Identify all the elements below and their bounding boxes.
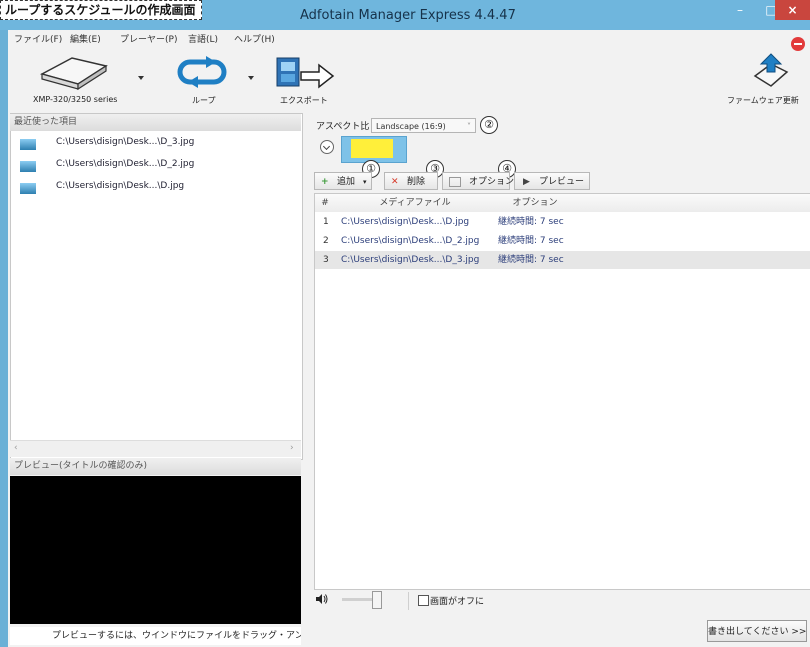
image-file-icon	[20, 139, 36, 150]
collapse-toggle-icon[interactable]	[320, 140, 334, 154]
slide-thumbnail-content	[351, 139, 393, 158]
menu-language[interactable]: 言語(L)	[188, 32, 218, 45]
export-button[interactable]	[273, 52, 343, 92]
menu-edit[interactable]: 編集(E)	[70, 32, 101, 45]
row-option: 継続時間: 7 sec	[498, 255, 564, 265]
play-icon: ▶	[523, 177, 530, 187]
image-file-icon	[20, 183, 36, 194]
loop-button[interactable]	[176, 54, 228, 88]
recent-item-path: C:\Users\disign\Desk...\D_2.jpg	[56, 159, 195, 169]
volume-icon[interactable]	[316, 594, 328, 604]
delete-button-label: 削除	[407, 177, 426, 187]
horizontal-scrollbar[interactable]: ‹ ›	[10, 440, 301, 457]
add-button-label: 追加	[337, 177, 356, 187]
preview-hint-text: プレビューするには、ウインドウにファイルをドラッグ・アンド・ドロ	[52, 631, 301, 641]
recent-item[interactable]: C:\Users\disign\Desk...\D_2.jpg	[10, 158, 295, 174]
chevron-down-icon: ˅	[467, 122, 471, 131]
loop-icon	[177, 56, 227, 88]
close-button[interactable]: ×	[775, 0, 810, 20]
recent-item[interactable]: C:\Users\disign\Desk...\D.jpg	[10, 180, 295, 196]
preview-area[interactable]	[10, 476, 301, 624]
device-button[interactable]	[34, 52, 114, 92]
row-media-file: C:\Users\disign\Desk...\D_2.jpg	[341, 236, 480, 246]
row-number: 1	[323, 217, 329, 227]
options-button-label: オプション	[469, 177, 515, 187]
row-media-file: C:\Users\disign\Desk...\D.jpg	[341, 217, 470, 227]
table-row-selected[interactable]: 3 C:\Users\disign\Desk...\D_3.jpg 継続時間: …	[315, 251, 810, 269]
recent-items-header-label: 最近使った項目	[14, 117, 78, 127]
firmware-update-icon	[753, 53, 789, 87]
plus-icon: +	[321, 177, 329, 187]
player-device-icon	[39, 57, 108, 91]
scroll-left-icon[interactable]: ‹	[14, 443, 18, 453]
export-icon	[276, 57, 335, 89]
column-header-options[interactable]: オプション	[495, 194, 576, 212]
volume-slider-thumb[interactable]	[372, 591, 382, 609]
menu-help[interactable]: ヘルプ(H)	[234, 32, 275, 45]
screen-off-checkbox[interactable]	[418, 595, 429, 606]
stop-icon[interactable]	[791, 37, 805, 51]
options-button[interactable]: オプション	[442, 172, 514, 190]
loop-dropdown-icon[interactable]	[248, 76, 254, 80]
device-dropdown-icon[interactable]	[138, 76, 144, 80]
write-out-button[interactable]: 書き出してください >>	[707, 620, 807, 642]
recent-item[interactable]: C:\Users\disign\Desk...\D_3.jpg	[10, 136, 295, 152]
window-title: Adfotain Manager Express 4.4.47	[300, 8, 516, 23]
add-button[interactable]: + 追加 ▾	[314, 172, 372, 190]
recent-items-list: C:\Users\disign\Desk...\D_3.jpg C:\Users…	[10, 136, 301, 206]
preview-button[interactable]: ▶ プレビュー	[514, 172, 590, 190]
screen-off-label: 画面がオフに	[430, 597, 485, 607]
menu-file[interactable]: ファイル(F)	[14, 32, 62, 45]
column-header-media-file[interactable]: メディアファイル	[335, 194, 496, 212]
row-media-file: C:\Users\disign\Desk...\D_3.jpg	[341, 255, 480, 265]
preview-header: プレビュー(タイトルの確認のみ)	[10, 458, 301, 475]
device-label: XMP-320/3250 series	[33, 95, 118, 104]
recent-item-path: C:\Users\disign\Desk...\D_3.jpg	[56, 137, 195, 147]
recent-items-header: 最近使った項目	[10, 114, 301, 131]
delete-x-icon: ✕	[391, 177, 399, 187]
delete-button[interactable]: ✕ 削除	[384, 172, 438, 190]
aspect-ratio-value: Landscape (16:9)	[376, 122, 446, 131]
row-option: 継続時間: 7 sec	[498, 217, 564, 227]
image-file-icon	[20, 161, 36, 172]
caption-banner: ループするスケジュールの作成画面	[0, 0, 203, 20]
export-label: エクスポート	[280, 96, 328, 105]
firmware-update-label: ファームウェア更新	[727, 96, 799, 105]
chevron-down-icon[interactable]: ▾	[363, 173, 367, 191]
table-row[interactable]: 2 C:\Users\disign\Desk...\D_2.jpg 継続時間: …	[315, 232, 810, 250]
preview-button-label: プレビュー	[539, 177, 585, 187]
row-number: 2	[323, 236, 329, 246]
aspect-ratio-label: アスペクト比	[316, 122, 370, 132]
table-row[interactable]: 1 C:\Users\disign\Desk...\D.jpg 継続時間: 7 …	[315, 213, 810, 231]
column-header-number[interactable]: #	[315, 194, 336, 212]
divider	[408, 592, 409, 610]
firmware-update-button[interactable]	[751, 52, 791, 90]
aspect-ratio-select[interactable]: Landscape (16:9) ˅	[371, 118, 476, 133]
menu-player[interactable]: プレーヤー(P)	[120, 32, 177, 45]
options-icon	[449, 177, 461, 187]
loop-label: ループ	[192, 96, 216, 105]
row-number: 3	[323, 255, 329, 265]
media-table: # メディアファイル オプション 1 C:\Users\disign\Desk.…	[314, 193, 810, 590]
menu-bar: ファイル(F) 編集(E) プレーヤー(P) 言語(L) ヘルプ(H)	[8, 32, 768, 48]
row-option: 継続時間: 7 sec	[498, 236, 564, 246]
list-toolbar: + 追加 ▾ ✕ 削除 オプション ▶ プレビュー	[314, 172, 590, 191]
minimize-button[interactable]: –	[725, 0, 755, 20]
recent-item-path: C:\Users\disign\Desk...\D.jpg	[56, 181, 185, 191]
preview-header-label: プレビュー(タイトルの確認のみ)	[14, 461, 148, 471]
scroll-right-icon[interactable]: ›	[290, 443, 294, 453]
callout-badge-2: ②	[480, 116, 498, 134]
preview-hint: プレビューするには、ウインドウにファイルをドラッグ・アンド・ドロ	[10, 627, 301, 645]
column-header-filler	[575, 194, 810, 212]
